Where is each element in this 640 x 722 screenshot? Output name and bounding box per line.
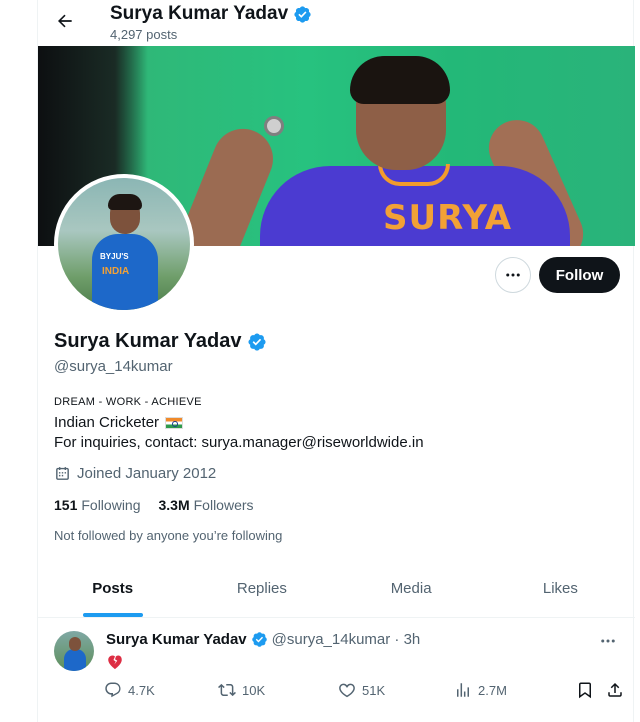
followers-link[interactable]: 3.3M Followers [159,497,254,513]
profile-tabs: Posts Replies Media Likes [38,560,635,618]
avatar-jersey-sponsor: BYJU'S [100,252,129,261]
post-item[interactable]: Surya Kumar Yadav @surya_14kumar · 3h 4.… [38,619,635,722]
reply-button[interactable]: 4.7K [104,681,155,699]
joined-date: Joined January 2012 [54,465,216,482]
following-count: 151 [54,497,78,513]
more-horizontal-icon [506,273,520,277]
tab-media-label: Media [390,580,432,597]
tab-likes-label: Likes [542,580,578,597]
views-icon [457,683,469,697]
post-avatar-jersey [64,649,86,671]
repost-button[interactable]: 10K [218,681,265,699]
post-avatar-head [69,637,81,651]
calendar-icon [56,467,69,480]
profile-name-text: Surya Kumar Yadav [54,330,242,352]
post-body [106,653,124,675]
share-icon [608,682,622,697]
more-options-button[interactable] [495,257,531,293]
repost-count: 10K [242,682,266,698]
banner-jersey-text: SURYA [383,198,513,238]
profile-avatar[interactable]: BYJU'S INDIA [54,174,194,314]
avatar-jersey-india: INDIA [102,266,130,277]
post-actions: 4.7K 10K 51K 2.7M [98,681,628,707]
like-count: 51K [362,682,386,698]
top-header: Surya Kumar Yadav 4,297 posts [38,0,633,46]
post-handle-time[interactable]: @surya_14kumar · 3h [272,631,421,648]
following-link[interactable]: 151 Following [54,497,141,513]
views-button[interactable]: 2.7M [454,681,507,699]
header-post-count: 4,297 posts [110,27,178,42]
bookmark-icon [579,682,591,699]
post-author-name[interactable]: Surya Kumar Yadav [106,631,247,648]
avatar-hair [108,194,142,210]
banner-hair [350,56,450,104]
post-more-button[interactable] [596,629,620,653]
tab-replies[interactable]: Replies [187,560,336,617]
not-followed-note: Not followed by anyone you’re following [54,528,283,543]
verified-badge-icon [251,632,267,647]
bio-role-text: Indian Cricketer [54,414,160,431]
follow-button[interactable]: Follow [539,257,620,293]
bookmark-button[interactable] [576,681,594,699]
bio-motto: DREAM - WORK - ACHIEVE [54,396,202,408]
banner-watch [264,116,284,136]
verified-badge-icon [294,5,311,23]
bio-contact: For inquiries, contact: surya.manager@ri… [54,434,424,451]
followers-count: 3.3M [158,497,190,513]
back-button[interactable] [50,6,80,36]
repost-icon [218,683,236,697]
like-button[interactable]: 51K [338,681,385,699]
header-name-text: Surya Kumar Yadav [110,3,289,24]
joined-text: Joined January 2012 [77,465,217,482]
heart-icon [339,683,355,698]
profile-column: Surya Kumar Yadav 4,297 posts SURYA BYJU… [37,0,635,722]
india-flag-icon [165,416,184,429]
profile-name: Surya Kumar Yadav [54,330,267,353]
tab-posts-label: Posts [92,580,134,597]
arrow-left-icon [58,14,72,28]
bio-role: Indian Cricketer [54,414,184,431]
tab-media[interactable]: Media [337,560,486,617]
more-horizontal-icon [601,639,615,643]
reply-count: 4.7K [128,682,155,698]
profile-handle: @surya_14kumar [54,358,173,375]
reply-icon [105,682,121,698]
following-label: Following [81,497,141,513]
tab-likes[interactable]: Likes [486,560,635,617]
tab-posts[interactable]: Posts [38,560,187,617]
header-title: Surya Kumar Yadav [110,3,312,25]
follow-counts: 151 Following 3.3M Followers [54,497,254,513]
post-header: Surya Kumar Yadav @surya_14kumar · 3h [106,631,420,648]
views-count: 2.7M [478,682,507,698]
tab-replies-label: Replies [236,580,287,597]
share-button[interactable] [606,681,624,699]
active-tab-indicator [82,613,143,617]
post-author-avatar[interactable] [54,631,94,671]
broken-heart-icon [108,655,122,669]
verified-badge-icon[interactable] [247,332,267,352]
followers-label: Followers [193,497,254,513]
